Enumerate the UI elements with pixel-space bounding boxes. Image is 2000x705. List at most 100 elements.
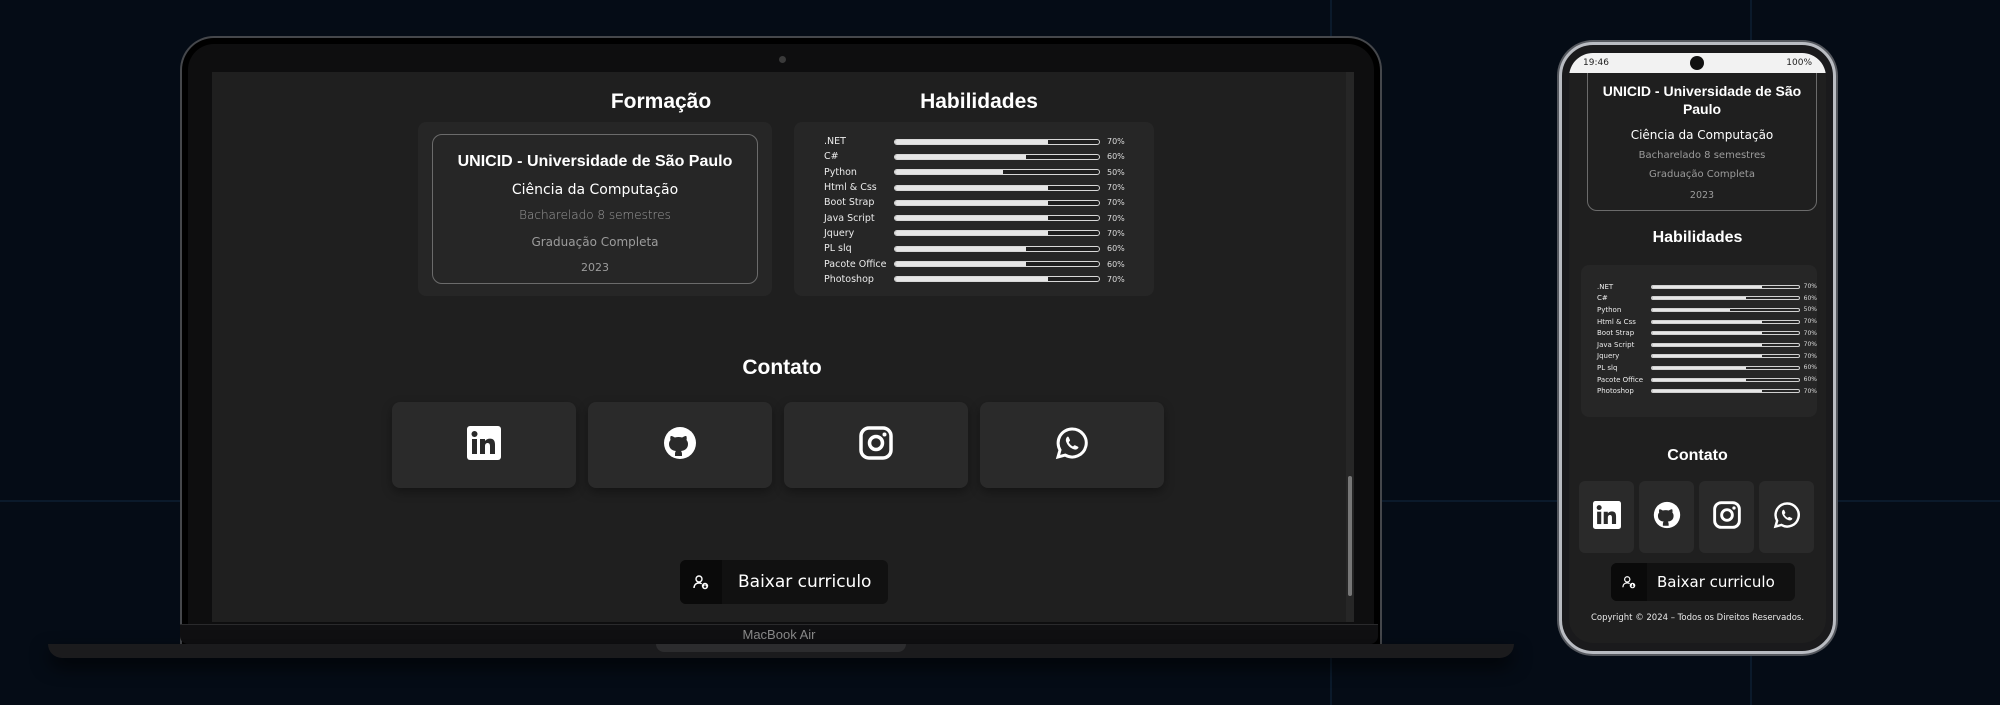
skill-percent: 70% <box>1107 198 1125 208</box>
skill-progress-fill <box>1651 285 1762 288</box>
skill-name: .NET <box>824 136 846 148</box>
education-course: Ciência da Computação <box>511 182 679 198</box>
skill-progress-bar <box>894 169 1100 176</box>
skill-name: Photoshop <box>824 273 874 285</box>
skill-progress-fill <box>1651 378 1746 381</box>
github-icon <box>1653 501 1681 533</box>
skill-row: PL slq 60% <box>1597 362 1817 374</box>
laptop-hinge: MacBook Air <box>180 624 1378 644</box>
skill-progress-fill <box>895 200 1048 205</box>
contact-github-button[interactable] <box>1639 481 1694 553</box>
skill-progress-fill <box>895 154 1026 159</box>
skill-row: Java Script 70% <box>824 210 1154 225</box>
skill-percent: 60% <box>1803 364 1817 372</box>
skill-name: Pacote Office <box>824 258 887 270</box>
skill-row: C# 60% <box>824 149 1154 164</box>
skill-percent: 60% <box>1107 244 1125 254</box>
skill-progress-bar <box>894 199 1100 206</box>
skill-row: Photoshop 70% <box>824 272 1154 287</box>
skill-progress-bar <box>894 153 1100 160</box>
skill-progress-fill <box>895 262 1026 267</box>
skill-name: C# <box>1597 294 1608 303</box>
education-university: UNICID - Universidade de São Paulo <box>1602 83 1802 117</box>
education-card-inner: UNICID - Universidade de São Paulo Ciênc… <box>432 134 758 284</box>
skill-percent: 60% <box>1803 376 1817 384</box>
contact-whatsapp-button[interactable] <box>1759 481 1814 553</box>
skills-card: .NET 70% C# 60% Python 50% Html & Css 70% Boot S… <box>1581 265 1817 417</box>
skill-name: Boot Strap <box>824 197 875 209</box>
linkedin-icon <box>467 426 501 464</box>
skill-row: C# 60% <box>1597 293 1817 305</box>
skill-progress-bar <box>894 245 1100 252</box>
contact-github-button[interactable] <box>588 402 772 488</box>
laptop-camera <box>779 56 786 63</box>
skill-name: Html & Css <box>824 182 877 194</box>
skill-percent: 50% <box>1107 167 1125 177</box>
skill-row: Jquery 70% <box>1597 351 1817 363</box>
skill-row: Python 50% <box>1597 304 1817 316</box>
contact-linkedin-button[interactable] <box>1579 481 1634 553</box>
skill-row: PL slq 60% <box>824 241 1154 256</box>
skill-progress-bar <box>894 215 1100 222</box>
skill-progress-fill <box>895 185 1048 190</box>
skill-row: Photoshop 70% <box>1597 385 1817 397</box>
skill-progress-fill <box>895 246 1026 251</box>
contact-linkedin-button[interactable] <box>392 402 576 488</box>
education-university: UNICID - Universidade de São Paulo <box>457 153 733 170</box>
skill-progress-fill <box>895 139 1048 144</box>
skill-name: PL slq <box>1597 363 1618 372</box>
contact-instagram-button[interactable] <box>784 402 968 488</box>
scrollbar-thumb[interactable] <box>1348 476 1352 596</box>
user-download-icon <box>680 560 722 604</box>
skill-percent: 70% <box>1107 137 1125 147</box>
skill-name: PL slq <box>824 243 852 255</box>
skill-percent: 70% <box>1803 318 1817 326</box>
education-year: 2023 <box>1689 190 1715 201</box>
skill-name: Python <box>1597 305 1622 314</box>
skill-name: Python <box>824 166 857 178</box>
linkedin-icon <box>1592 501 1621 533</box>
skill-name: C# <box>824 151 839 163</box>
skill-percent: 70% <box>1107 213 1125 223</box>
skill-progress-bar <box>894 184 1100 191</box>
skill-progress-fill <box>1651 332 1762 335</box>
download-cv-button[interactable]: Baixar curriculo <box>1611 563 1795 601</box>
laptop-screen: Formação Habilidades UNICID - Universida… <box>212 72 1354 622</box>
contact-instagram-button[interactable] <box>1699 481 1754 553</box>
skill-row: Boot Strap 70% <box>1597 327 1817 339</box>
skill-percent: 50% <box>1803 306 1817 314</box>
skill-name: Pacote Office <box>1597 375 1644 384</box>
status-battery: 100% <box>1786 58 1812 68</box>
education-course: Ciência da Computação <box>1630 128 1774 142</box>
section-title-contato: Contato <box>742 356 822 379</box>
skill-progress-bar <box>1650 365 1800 370</box>
skill-progress-fill <box>895 216 1048 221</box>
section-title-formacao: Formação <box>610 90 712 113</box>
skill-row: .NET 70% <box>824 134 1154 149</box>
skill-name: Photoshop <box>1597 387 1634 396</box>
instagram-icon <box>1712 501 1741 533</box>
education-card: UNICID - Universidade de São Paulo Ciênc… <box>1587 53 1817 211</box>
contact-whatsapp-button[interactable] <box>980 402 1164 488</box>
skill-progress-fill <box>895 170 1004 175</box>
skill-progress-fill <box>1651 297 1746 300</box>
skill-progress-bar <box>894 276 1100 283</box>
scrollbar[interactable] <box>1346 72 1354 622</box>
education-card: UNICID - Universidade de São Paulo Ciênc… <box>418 122 772 296</box>
github-icon <box>663 426 697 464</box>
skill-percent: 70% <box>1107 274 1125 284</box>
education-status: Graduação Completa <box>531 235 659 249</box>
skill-progress-fill <box>1651 320 1762 323</box>
front-camera <box>1690 56 1704 70</box>
education-status: Graduação Completa <box>1649 169 1755 180</box>
skill-name: .NET <box>1597 282 1614 291</box>
phone-mockup: UNICID - Universidade de São Paulo Ciênc… <box>1559 42 1836 654</box>
laptop-notch <box>656 644 906 652</box>
skill-progress-bar <box>1650 319 1800 324</box>
skill-progress-bar <box>894 230 1100 237</box>
user-download-icon <box>1611 563 1647 601</box>
download-cv-button[interactable]: Baixar curriculo <box>680 560 888 604</box>
skill-progress-bar <box>1650 354 1800 359</box>
skill-progress-bar <box>1650 389 1800 394</box>
skill-percent: 70% <box>1803 283 1817 291</box>
